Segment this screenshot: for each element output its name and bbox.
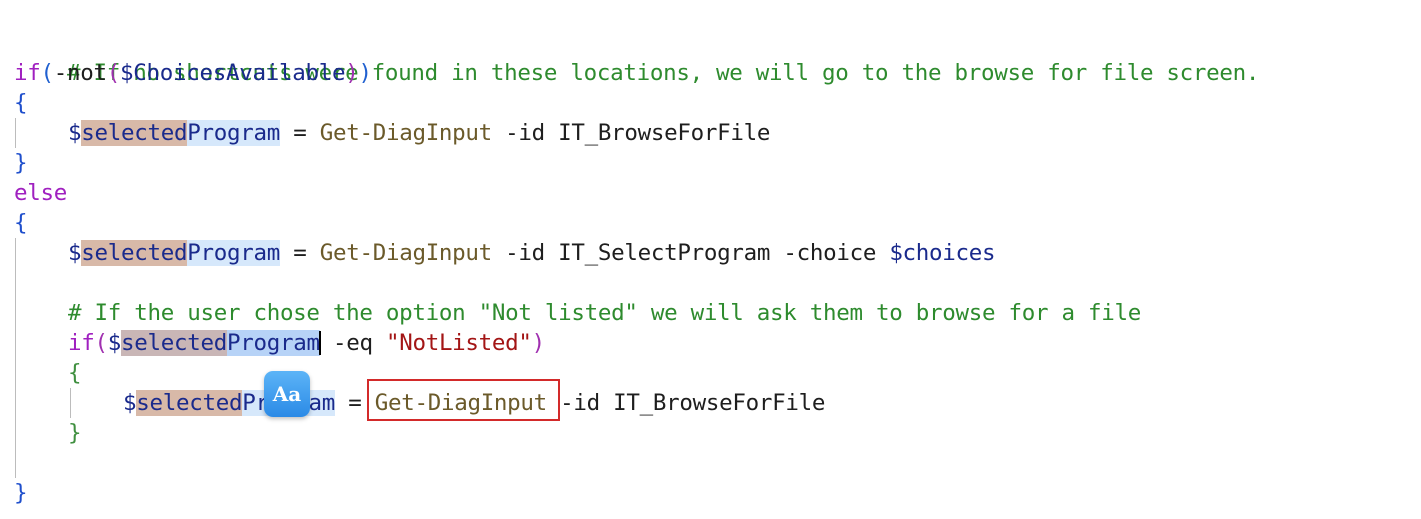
assignment-token: = [279, 240, 320, 266]
paren-token: ( [94, 330, 109, 356]
paren-token: ) [345, 60, 359, 86]
paren-token: ) [358, 60, 372, 86]
brace-token: } [14, 150, 28, 176]
word-highlight: selected [136, 390, 243, 416]
code-line-6[interactable]: else [14, 178, 67, 208]
variable-sigil: $ [107, 330, 122, 356]
match-case-icon: Aa [272, 382, 302, 406]
code-line-16[interactable]: } [14, 478, 28, 508]
occurrence-highlight-selected: Program [226, 330, 320, 356]
occurrence-highlight: Program [187, 240, 280, 266]
code-line-4[interactable]: $selectedProgram = Get-DiagInput -id IT_… [14, 118, 770, 148]
word-highlight: selected [81, 240, 188, 266]
assignment-token: = [279, 120, 320, 146]
arguments-token: -id IT_BrowseForFile [491, 120, 771, 146]
brace-token: { [14, 210, 28, 236]
code-line-2[interactable]: if(-not($ChoicesAvailable)) [14, 58, 372, 88]
variable-sigil: $ [123, 390, 137, 416]
code-line-3[interactable]: { [14, 88, 28, 118]
code-line-12[interactable]: { [14, 358, 82, 388]
code-line-14[interactable]: } [14, 418, 82, 448]
function-token: Get-DiagInput [319, 240, 493, 266]
arguments-token: -id IT_BrowseForFile [546, 390, 826, 416]
brace-token: { [68, 360, 82, 386]
find-match-highlight-box [367, 379, 560, 421]
function-token: Get-DiagInput [319, 120, 493, 146]
paren-token: ( [106, 60, 121, 86]
code-line-8[interactable]: $selectedProgram = Get-DiagInput -id IT_… [14, 238, 996, 268]
brace-token: } [14, 480, 28, 506]
variable-sigil: $ [68, 120, 82, 146]
keyword-token: if [14, 60, 41, 86]
keyword-token: else [14, 180, 67, 206]
occurrence-highlight: Program [187, 120, 280, 146]
match-case-button[interactable]: Aa [264, 371, 310, 417]
paren-token: ( [40, 60, 55, 86]
string-token: "NotListed" [385, 330, 532, 356]
variable-token: $ChoicesAvailable [120, 60, 346, 86]
brace-token: } [68, 420, 82, 446]
code-line-10[interactable]: # If the user chose the option "Not list… [14, 298, 1141, 328]
code-editor[interactable]: # If no shortcuts were found in these lo… [0, 0, 1421, 519]
operator-token: -not [53, 60, 107, 86]
arguments-token: -id IT_SelectProgram -choice [491, 240, 890, 266]
word-highlight: selected [81, 120, 188, 146]
operator-token: -eq [319, 330, 386, 356]
variable-sigil: $ [68, 240, 82, 266]
code-line-1[interactable]: # If no shortcuts were found in these lo… [14, 28, 1259, 86]
code-line-11[interactable]: if($selectedProgram -eq "NotListed") [14, 328, 545, 358]
paren-token: ) [531, 330, 546, 356]
code-line-7[interactable]: { [14, 208, 28, 238]
word-highlight-selected: selected [121, 330, 227, 356]
comment-token: # If the user chose the option "Not list… [68, 300, 1141, 326]
variable-token: $choices [889, 240, 996, 266]
code-line-5[interactable]: } [14, 148, 28, 178]
keyword-token: if [68, 330, 95, 356]
brace-token: { [14, 90, 28, 116]
